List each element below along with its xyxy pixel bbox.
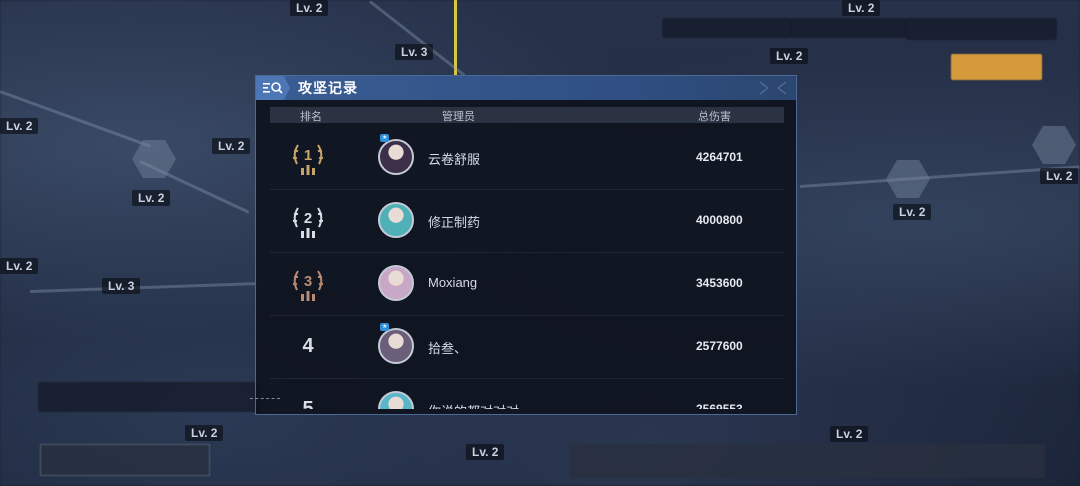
manager-name: 你说的都对对对	[428, 401, 519, 409]
avatar-badge-icon: ★	[380, 323, 390, 331]
scroll-indicator	[250, 398, 280, 403]
map-level-label[interactable]: Lv. 2	[466, 444, 505, 460]
rank-number: 5	[302, 398, 314, 409]
column-header-rank: 排名	[300, 111, 322, 123]
bottom-menu-bar	[570, 444, 1045, 478]
map-level-label[interactable]: Lv. 2	[0, 118, 39, 134]
blurred-status-chip	[905, 18, 1057, 40]
map-level-label[interactable]: Lv. 2	[132, 190, 171, 206]
avatar-badge-icon: ★	[380, 134, 390, 142]
blurred-status-chip	[662, 18, 792, 38]
rank-number: 3	[304, 273, 312, 290]
rank-number: 2	[304, 210, 312, 227]
laurel-badge-icon: 3	[292, 269, 324, 301]
rank-cell: 5	[286, 378, 330, 409]
laurel-badge-icon: 2	[292, 206, 324, 238]
bottom-left-action-button[interactable]	[40, 444, 210, 476]
total-damage: 3453600	[696, 276, 743, 290]
map-level-label[interactable]: Lv. 2	[0, 258, 39, 274]
table-header: 排名 管理员 总伤害	[270, 107, 784, 123]
map-level-label[interactable]: Lv. 3	[395, 44, 434, 60]
table-row[interactable]: 4 ★ 拾叁、 2577600	[270, 315, 784, 379]
rank-number: 1	[304, 147, 312, 164]
manager-name: 修正制药	[428, 215, 481, 230]
laurel-badge-icon: 1	[292, 143, 324, 175]
manager-name: 云卷舒服	[428, 152, 481, 167]
panel-header: 攻坚记录	[256, 76, 796, 100]
rank-cell: 1	[286, 126, 330, 189]
map-level-label[interactable]: Lv. 2	[212, 138, 251, 154]
panel-title: 攻坚记录	[298, 80, 358, 96]
avatar[interactable]	[378, 391, 414, 409]
table-row[interactable]: 3 Moxiang 3453600	[270, 252, 784, 316]
rank-number: 4	[302, 335, 314, 357]
total-damage: 2569553	[696, 402, 743, 409]
avatar[interactable]	[378, 328, 414, 364]
header-decoration-icon	[759, 81, 787, 95]
column-header-manager: 管理员	[442, 111, 475, 123]
map-level-label[interactable]: Lv. 2	[893, 204, 932, 220]
ranking-list[interactable]: 1 ★ 云卷舒服 4264701 2 修正制药 4000800 3 Moxiang 3453600…	[270, 126, 784, 409]
blurred-event-banner[interactable]	[38, 382, 260, 412]
map-level-label[interactable]: Lv. 2	[1040, 168, 1079, 184]
table-row[interactable]: 2 修正制药 4000800	[270, 189, 784, 253]
total-damage: 2577600	[696, 339, 743, 353]
table-row[interactable]: 5 你说的都对对对 2569553	[270, 378, 784, 409]
total-damage: 4264701	[696, 150, 743, 164]
siege-record-panel: 攻坚记录 排名 管理员 总伤害 1 ★ 云卷舒服 4264701 2 修正制药 400080…	[255, 75, 797, 415]
manager-name: Moxiang	[428, 275, 478, 290]
map-level-label[interactable]: Lv. 2	[842, 0, 881, 16]
rank-cell: 2	[286, 189, 330, 252]
total-damage: 4000800	[696, 213, 743, 227]
map-level-label[interactable]: Lv. 2	[185, 425, 224, 441]
avatar[interactable]	[378, 265, 414, 301]
map-level-label[interactable]: Lv. 2	[770, 48, 809, 64]
rank-cell: 4	[286, 315, 330, 378]
map-level-label[interactable]: Lv. 2	[290, 0, 329, 16]
map-level-label[interactable]: Lv. 3	[102, 278, 141, 294]
blurred-status-chip	[790, 18, 906, 38]
list-search-icon	[256, 76, 290, 100]
table-row[interactable]: 1 ★ 云卷舒服 4264701	[270, 126, 784, 190]
column-header-damage: 总伤害	[698, 111, 731, 123]
map-level-label[interactable]: Lv. 2	[830, 426, 869, 442]
top-right-action-button[interactable]	[951, 54, 1042, 80]
manager-name: 拾叁、	[428, 341, 468, 356]
rank-cell: 3	[286, 252, 330, 315]
avatar[interactable]	[378, 202, 414, 238]
avatar[interactable]	[378, 139, 414, 175]
